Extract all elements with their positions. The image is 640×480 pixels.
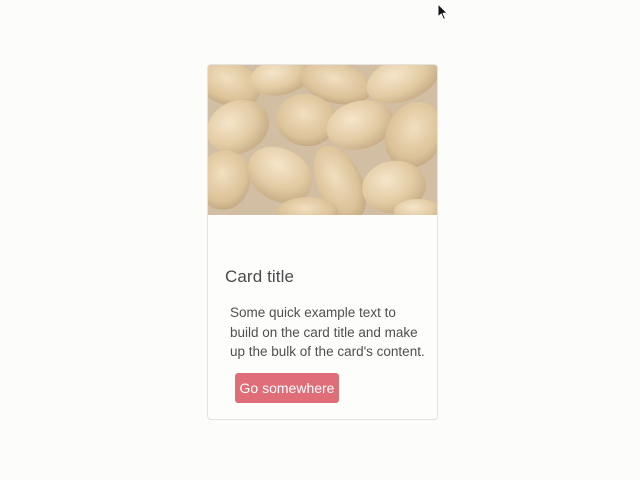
go-somewhere-button[interactable]: Go somewhere <box>235 373 339 403</box>
page: Card title Some quick example text to bu… <box>0 0 640 480</box>
mouse-pointer-icon <box>437 3 448 20</box>
peanuts-image <box>208 65 437 215</box>
card-title: Card title <box>225 267 295 286</box>
card-text: Some quick example text to build on the … <box>230 305 425 359</box>
card: Card title Some quick example text to bu… <box>207 64 438 420</box>
card-image <box>208 65 437 215</box>
